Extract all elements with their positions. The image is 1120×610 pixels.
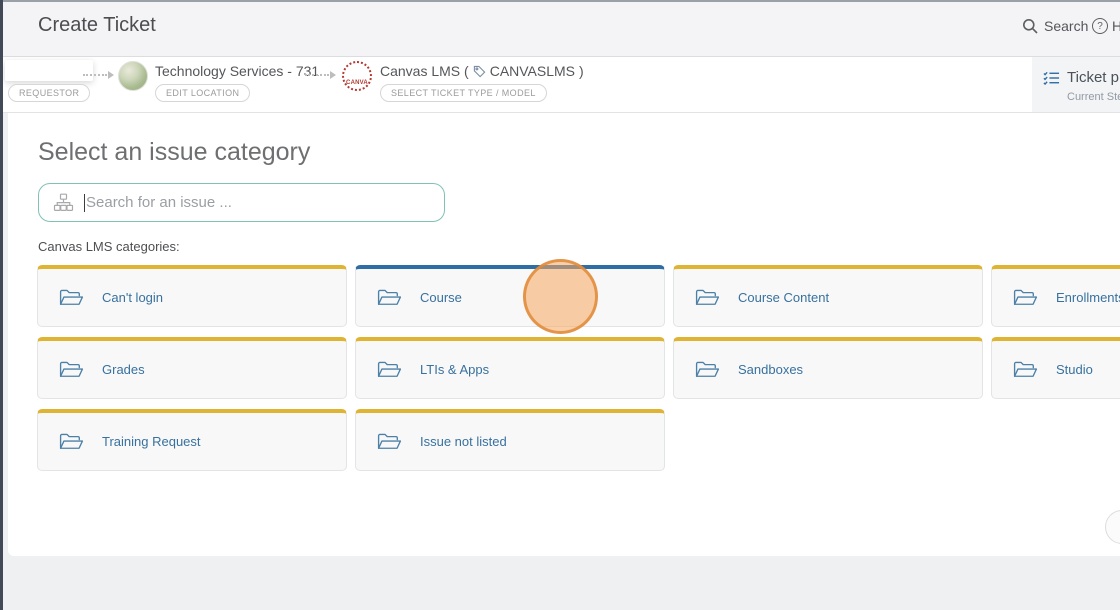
canvas-logo-text: CANVA xyxy=(346,80,368,86)
category-label: Training Request xyxy=(102,434,201,449)
page-title: Create Ticket xyxy=(38,14,156,37)
issue-search-box[interactable] xyxy=(38,183,445,222)
folder-open-icon xyxy=(376,431,403,452)
category-card[interactable]: Training Request xyxy=(37,409,347,471)
category-card[interactable]: Course Content xyxy=(673,265,983,327)
requestor-redacted-name xyxy=(5,60,93,81)
folder-open-icon xyxy=(694,359,721,380)
step-arrow-icon xyxy=(83,71,114,79)
category-card[interactable]: Sandboxes xyxy=(673,337,983,399)
category-label: Grades xyxy=(102,362,145,377)
checklist-icon xyxy=(1043,71,1060,85)
model-title-prefix: Canvas LMS ( xyxy=(380,63,469,79)
step-arrow-icon xyxy=(305,71,336,79)
category-card[interactable]: Can't login xyxy=(37,265,347,327)
category-label: Enrollments xyxy=(1056,290,1120,305)
search-icon xyxy=(1022,18,1038,34)
window-top-edge xyxy=(0,0,1120,2)
model-title: Canvas LMS ( CANVASLMS ) xyxy=(380,63,584,79)
folder-open-icon xyxy=(694,287,721,308)
folder-open-icon xyxy=(58,359,85,380)
categories-label: Canvas LMS categories: xyxy=(38,239,180,254)
category-label: LTIs & Apps xyxy=(420,362,489,377)
folder-open-icon xyxy=(58,431,85,452)
requestor-badge: REQUESTOR xyxy=(8,84,90,102)
global-search-button[interactable]: Search xyxy=(1022,18,1088,34)
category-card[interactable]: Course xyxy=(355,265,665,327)
folder-open-icon xyxy=(376,287,403,308)
category-card[interactable]: Studio xyxy=(991,337,1120,399)
topbar: Create Ticket Search ? H xyxy=(3,2,1120,57)
folder-open-icon xyxy=(58,287,85,308)
issue-search-input[interactable] xyxy=(86,194,416,211)
folder-open-icon xyxy=(376,359,403,380)
main-panel: Select an issue category Canvas LMS cate… xyxy=(8,113,1120,556)
window-left-edge xyxy=(0,0,3,610)
global-search-label: Search xyxy=(1044,18,1088,34)
category-label: Sandboxes xyxy=(738,362,803,377)
step-location: Technology Services - 731 EDIT LOCATION xyxy=(155,63,319,102)
category-label: Course Content xyxy=(738,290,829,305)
category-card[interactable]: Issue not listed xyxy=(355,409,665,471)
category-label: Can't login xyxy=(102,290,163,305)
location-title: Technology Services - 731 xyxy=(155,63,319,79)
section-heading: Select an issue category xyxy=(38,138,310,167)
sitemap-icon xyxy=(53,193,74,212)
ticket-stepper: REQUESTOR Technology Services - 731 EDIT… xyxy=(3,57,1120,113)
tag-icon xyxy=(473,65,486,78)
text-caret xyxy=(84,194,85,212)
progress-title: Ticket pr xyxy=(1067,69,1120,86)
progress-subtitle: Current Ste xyxy=(1067,91,1120,103)
category-card[interactable]: LTIs & Apps xyxy=(355,337,665,399)
category-label: Issue not listed xyxy=(420,434,507,449)
edit-location-button[interactable]: EDIT LOCATION xyxy=(155,84,250,102)
question-circle-icon: ? xyxy=(1092,18,1108,34)
select-ticket-type-button[interactable]: SELECT TICKET TYPE / MODEL xyxy=(380,84,547,102)
model-tag: CANVASLMS xyxy=(490,63,575,79)
folder-open-icon xyxy=(1012,359,1039,380)
category-card[interactable]: Enrollments xyxy=(991,265,1120,327)
category-label: Course xyxy=(420,290,462,305)
category-card[interactable]: Grades xyxy=(37,337,347,399)
category-label: Studio xyxy=(1056,362,1093,377)
help-label: H xyxy=(1112,18,1120,34)
step-ticket-model: Canvas LMS ( CANVASLMS ) SELECT TICKET T… xyxy=(380,63,584,102)
folder-open-icon xyxy=(1012,287,1039,308)
model-title-suffix: ) xyxy=(579,63,584,79)
category-grid: Can't login Course Course Content Enroll… xyxy=(37,265,1120,471)
location-avatar xyxy=(118,61,148,91)
canvas-logo: CANVA xyxy=(342,61,372,91)
ticket-progress-panel: Ticket pr Current Ste xyxy=(1032,57,1120,112)
help-button[interactable]: ? H xyxy=(1092,18,1120,34)
